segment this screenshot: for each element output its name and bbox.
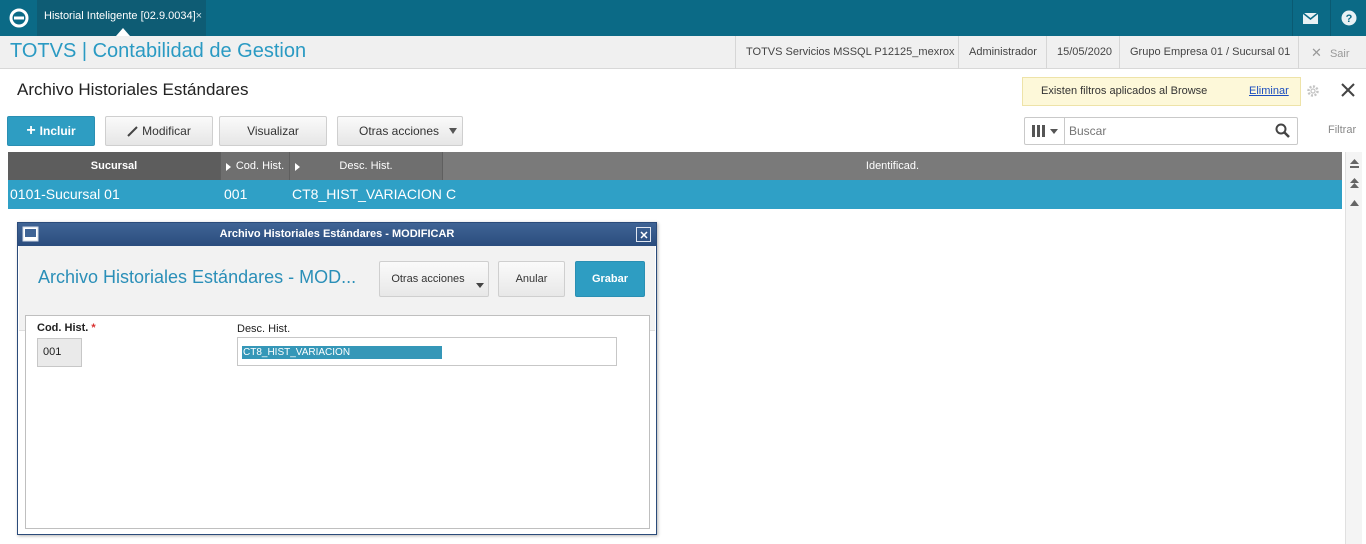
dialog-close-button[interactable] [636,227,651,242]
sort-arrow-icon [226,163,231,171]
chevron-down-icon [1049,128,1058,134]
save-label: Grabar [591,273,629,285]
dialog-titlebar[interactable]: Archivo Historiales Estándares - MODIFIC… [18,223,656,246]
grid-header: Sucursal Cod. Hist. Desc. Hist. Identifi… [8,152,1342,180]
column-header-sucursal[interactable]: Sucursal [8,152,221,180]
desc-field-value: CT8_HIST_VARIACION [242,346,442,359]
page-title: Archivo Historiales Estándares [17,80,249,99]
help-icon: ? [1341,10,1356,26]
scroll-up-icon[interactable] [1349,176,1360,190]
gear-icon[interactable] [1306,84,1320,98]
required-marker: * [91,322,96,334]
close-icon: ✕ [1311,45,1322,60]
close-icon[interactable] [1340,82,1356,98]
desc-field-label: Desc. Hist. [237,323,291,335]
cell-identificad: C [446,186,457,202]
app-title: TOTVS | Contabilidad de Gestion [10,40,307,62]
user-info: Administrador [958,36,1047,69]
date-info: 15/05/2020 [1046,36,1122,69]
plus-icon: + [26,122,36,139]
include-button[interactable]: + Incluir [7,116,95,146]
column-header-desc-hist[interactable]: Desc. Hist. [290,152,443,180]
mail-icon [1303,12,1318,24]
code-label-text: Cod. Hist. [37,322,89,334]
modify-dialog: Archivo Historiales Estándares - MODIFIC… [17,222,657,535]
cell-sucursal: 0101-Sucursal 01 [10,186,120,202]
chevron-down-icon [449,128,457,134]
dialog-other-actions-button[interactable]: Otras acciones [379,261,489,297]
view-label: Visualizar [247,124,299,138]
vertical-scrollbar[interactable] [1345,152,1362,544]
pencil-icon [127,125,138,137]
environment-info: TOTVS Servicios MSSQL P12125_mexrox [735,36,964,69]
search-input[interactable] [1069,122,1269,140]
exit-label: Sair [1329,48,1350,60]
chevron-down-icon [476,283,484,288]
cancel-label: Anular [515,273,548,285]
scroll-page-up-icon[interactable] [1349,196,1360,210]
filter-notice: Existen filtros aplicados al Browse Elim… [1022,77,1301,106]
column-label: Cod. Hist. [235,160,285,172]
column-label: Desc. Hist. [339,160,393,172]
other-actions-button[interactable]: Otras acciones [337,116,463,146]
company-info: Grupo Empresa 01 / Sucursal 01 [1119,36,1300,69]
other-actions-label: Otras acciones [391,273,465,285]
cell-cod-hist: 001 [224,186,248,202]
close-icon [639,230,648,239]
view-button[interactable]: Visualizar [219,116,327,146]
dialog-title: Archivo Historiales Estándares - MODIFIC… [219,228,455,240]
app-header: TOTVS | Contabilidad de Gestion TOTVS Se… [0,36,1366,69]
tab-close-icon[interactable]: × [196,0,202,32]
cell-desc-hist: CT8_HIST_VARIACION [292,186,442,202]
remove-filter-link[interactable]: Eliminar [1249,78,1289,105]
code-field[interactable]: 001 [37,338,82,367]
exit-button[interactable]: ✕ Sair [1298,36,1366,69]
column-header-identificad[interactable]: Identificad. [443,152,1342,180]
top-bar: Historial Inteligente [02.9.0034] × ? [0,0,1366,36]
code-field-label: Cod. Hist. * [37,322,96,334]
search-box [1024,117,1298,145]
sort-arrow-icon [295,163,300,171]
cancel-button[interactable]: Anular [498,261,565,297]
tab-label: Historial Inteligente [02.9.0034] [44,10,196,22]
help-button[interactable]: ? [1330,0,1366,36]
dialog-heading: Archivo Historiales Estándares - MOD... [38,267,357,287]
save-button[interactable]: Grabar [575,261,645,297]
filter-button[interactable]: Filtrar [1328,124,1356,136]
totvs-logo-icon[interactable] [8,7,30,29]
modify-label: Modificar [142,124,191,138]
other-actions-label: Otras acciones [359,124,440,138]
column-header-cod-hist[interactable]: Cod. Hist. [221,152,290,180]
modify-button[interactable]: Modificar [105,116,213,146]
mail-button[interactable] [1292,0,1328,36]
desc-field[interactable]: CT8_HIST_VARIACION [237,337,617,366]
search-icon[interactable] [1275,123,1290,138]
column-selector[interactable] [1025,118,1065,144]
form-panel: Cod. Hist. * 001 Desc. Hist. CT8_HIST_VA… [25,315,650,529]
include-label: Incluir [39,124,76,138]
svg-text:?: ? [1345,13,1352,25]
columns-icon [1031,125,1045,137]
active-tab-indicator [116,28,130,36]
window-icon [22,226,39,242]
filter-notice-text: Existen filtros aplicados al Browse [1041,85,1208,97]
scroll-top-icon[interactable] [1349,156,1360,170]
table-row[interactable]: 0101-Sucursal 01 001 CT8_HIST_VARIACION … [8,180,1342,209]
